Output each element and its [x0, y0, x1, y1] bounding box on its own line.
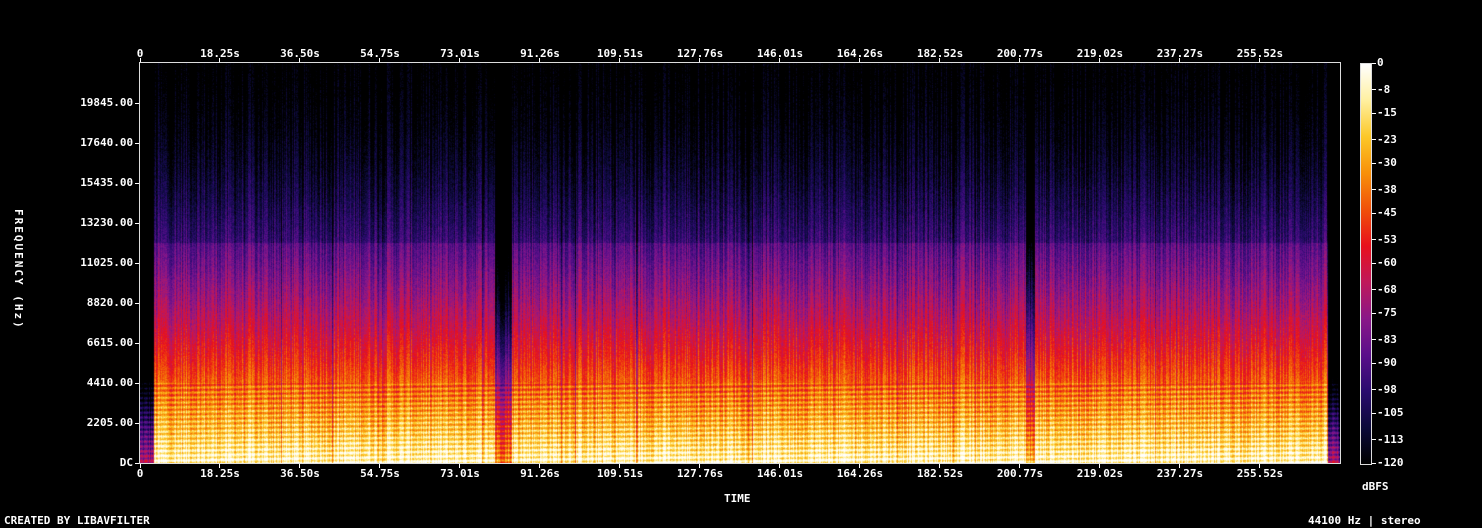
spectrogram-plot — [140, 63, 1340, 463]
colorbar-tick-label: -53 — [1377, 232, 1397, 246]
footer-format: 44100 Hz | stereo — [1308, 514, 1421, 527]
x-tick-label: 0 — [136, 467, 144, 480]
colorbar-tick-label: -98 — [1377, 382, 1397, 396]
colorbar-tick-label: -120 — [1377, 456, 1404, 469]
footer-credit: CREATED BY LIBAVFILTER — [4, 514, 150, 527]
colorbar-tick-mark — [1372, 162, 1376, 164]
x-axis-title: TIME — [724, 492, 751, 505]
x-tick-label: 164.26s — [836, 47, 884, 60]
x-tick-label: 219.02s — [1076, 47, 1124, 60]
colorbar-tick-mark — [1372, 89, 1376, 91]
x-tick-label: 164.26s — [836, 467, 884, 480]
y-axis-title: FREQUENCY (Hz) — [12, 209, 25, 330]
colorbar-tick-label: -83 — [1377, 332, 1397, 346]
x-tick-label: 0 — [136, 47, 144, 60]
y-tick-mark — [135, 302, 139, 304]
colorbar-tick-label: -68 — [1377, 282, 1397, 296]
colorbar-tick-label: -105 — [1377, 406, 1404, 419]
x-tick-label: 54.75s — [360, 47, 400, 60]
x-tick-label: 219.02s — [1076, 467, 1124, 480]
colorbar-tick-mark — [1372, 362, 1376, 364]
y-tick-label: DC — [119, 456, 134, 469]
colorbar-tick-mark — [1372, 389, 1376, 391]
colorbar-tick-mark — [1372, 139, 1376, 141]
x-tick-label: 127.76s — [676, 47, 724, 60]
colorbar-tick-label: -15 — [1377, 106, 1397, 119]
y-tick-label: 13230.00 — [80, 216, 134, 229]
x-tick-label: 146.01s — [756, 467, 804, 480]
y-tick-mark — [135, 182, 139, 184]
spectrogram-heatmap — [140, 63, 1340, 463]
x-tick-label: 18.25s — [200, 47, 240, 60]
colorbar-tick-mark — [1372, 412, 1376, 414]
y-tick-label: 11025.00 — [80, 256, 134, 269]
colorbar-tick-label: -38 — [1377, 182, 1397, 196]
x-tick-label: 255.52s — [1236, 467, 1284, 480]
x-tick-label: 146.01s — [756, 47, 804, 60]
colorbar-tick-mark — [1372, 239, 1376, 241]
x-tick-label: 237.27s — [1156, 47, 1204, 60]
y-tick-mark — [135, 462, 139, 464]
x-tick-label: 18.25s — [200, 467, 240, 480]
colorbar-tick-label: 0 — [1377, 56, 1384, 69]
colorbar-tick-label: -75 — [1377, 306, 1397, 319]
x-tick-label: 109.51s — [596, 467, 644, 480]
y-tick-mark — [135, 382, 139, 384]
colorbar-tick-label: -23 — [1377, 132, 1397, 146]
x-tick-label: 73.01s — [440, 47, 480, 60]
colorbar-tick-label: -45 — [1377, 206, 1397, 219]
colorbar-tick-label: -60 — [1377, 256, 1397, 269]
colorbar-tick-label: -8 — [1377, 82, 1391, 96]
colorbar-tick-label: -90 — [1377, 356, 1397, 369]
x-tick-label: 36.50s — [280, 467, 320, 480]
y-tick-mark — [135, 102, 139, 104]
y-tick-label: 4410.00 — [86, 376, 134, 389]
colorbar-tick-mark — [1372, 112, 1376, 114]
colorbar-tick-label: -113 — [1377, 432, 1404, 446]
y-tick-label: 15435.00 — [80, 176, 134, 189]
x-tick-label: 200.77s — [996, 467, 1044, 480]
x-tick-label: 237.27s — [1156, 467, 1204, 480]
x-tick-label: 54.75s — [360, 467, 400, 480]
x-tick-label: 36.50s — [280, 47, 320, 60]
colorbar-tick-mark — [1372, 289, 1376, 291]
y-tick-mark — [135, 342, 139, 344]
x-tick-label: 255.52s — [1236, 47, 1284, 60]
x-tick-label: 73.01s — [440, 467, 480, 480]
y-tick-label: 8820.00 — [86, 296, 134, 309]
x-tick-label: 91.26s — [520, 467, 560, 480]
colorbar-tick-mark — [1372, 62, 1376, 64]
x-tick-label: 200.77s — [996, 47, 1044, 60]
y-tick-mark — [135, 142, 139, 144]
colorbar-tick-label: -30 — [1377, 156, 1397, 169]
x-tick-label: 127.76s — [676, 467, 724, 480]
colorbar-tick-mark — [1372, 312, 1376, 314]
y-tick-label: 17640.00 — [80, 136, 134, 149]
colorbar-tick-mark — [1372, 462, 1376, 464]
y-tick-label: 2205.00 — [86, 416, 134, 429]
colorbar-tick-mark — [1372, 339, 1376, 341]
y-tick-mark — [135, 422, 139, 424]
x-tick-label: 91.26s — [520, 47, 560, 60]
y-tick-mark — [135, 222, 139, 224]
x-tick-label: 182.52s — [916, 467, 964, 480]
y-tick-label: 19845.00 — [80, 96, 134, 109]
x-tick-label: 182.52s — [916, 47, 964, 60]
colorbar — [1360, 63, 1372, 465]
y-tick-mark — [135, 262, 139, 264]
colorbar-tick-mark — [1372, 189, 1376, 191]
colorbar-unit-label: dBFS — [1362, 480, 1389, 493]
y-tick-label: 6615.00 — [86, 336, 134, 349]
x-tick-label: 109.51s — [596, 47, 644, 60]
colorbar-tick-mark — [1372, 262, 1376, 264]
colorbar-tick-mark — [1372, 212, 1376, 214]
colorbar-tick-mark — [1372, 439, 1376, 441]
